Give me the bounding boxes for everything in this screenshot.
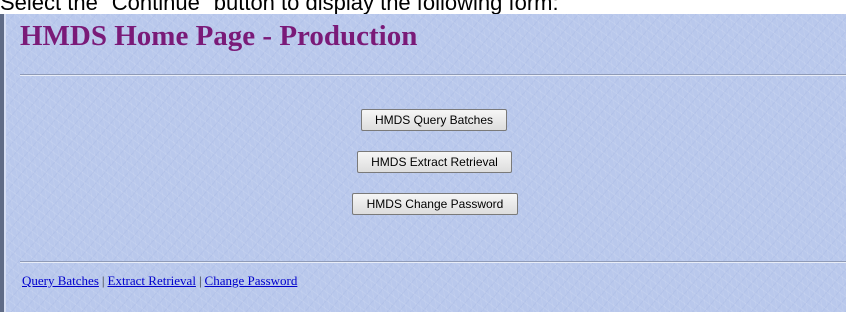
- footer-link-extract-retrieval[interactable]: Extract Retrieval: [108, 273, 196, 288]
- extract-retrieval-button[interactable]: HMDS Extract Retrieval: [357, 151, 512, 173]
- footer-nav: Query Batches | Extract Retrieval | Change P…: [22, 273, 297, 289]
- instruction-caption: Select the "Continue" button to display …: [0, 0, 559, 14]
- footer-link-query-batches[interactable]: Query Batches: [22, 273, 99, 288]
- browser-page: HMDS Home Page - Production HMDS Query B…: [0, 14, 846, 312]
- header-divider: [20, 74, 846, 76]
- window-frame-highlight: [4, 14, 6, 312]
- query-batches-button[interactable]: HMDS Query Batches: [361, 109, 507, 131]
- page-title: HMDS Home Page - Production: [20, 20, 418, 52]
- footer-link-change-password[interactable]: Change Password: [205, 273, 298, 288]
- change-password-button[interactable]: HMDS Change Password: [352, 193, 518, 215]
- link-separator: |: [101, 273, 105, 288]
- footer-divider: [20, 261, 846, 263]
- link-separator: |: [198, 273, 202, 288]
